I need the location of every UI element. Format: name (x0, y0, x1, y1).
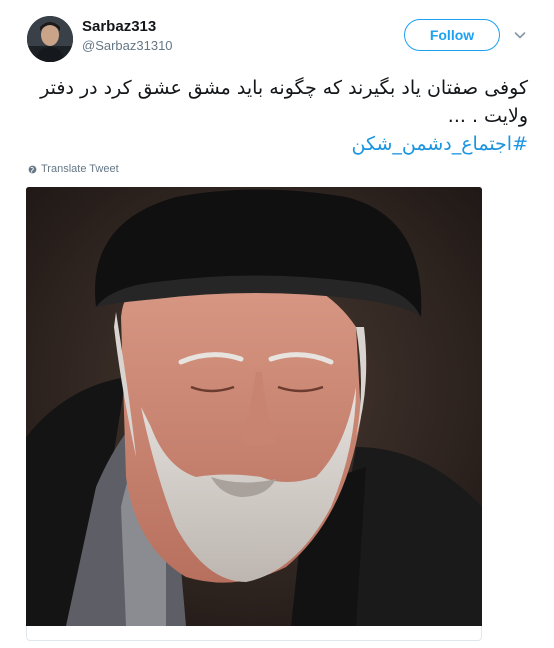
hashtag-link[interactable]: #اجتماع_دشمن_شکن (26, 130, 529, 158)
translate-tweet-link[interactable]: Translate Tweet (28, 163, 119, 175)
tweet-photo[interactable] (26, 187, 482, 626)
tweet-text: کوفی صفتان یاد بگیرند که چگونه باید مشق … (26, 74, 528, 158)
media-footer (26, 626, 482, 641)
tweet-card: Sarbaz313 @Sarbaz31310 Follow کوفی صفتان… (0, 0, 554, 648)
translate-label: Translate Tweet (41, 163, 119, 175)
portrait-image (26, 187, 482, 626)
chevron-down-icon[interactable] (513, 28, 527, 42)
user-info: Sarbaz313 @Sarbaz31310 (82, 17, 173, 55)
avatar-image (27, 16, 73, 62)
tweet-body: کوفی صفتان یاد بگیرند که چگونه باید مشق … (40, 77, 528, 127)
globe-icon (28, 165, 37, 173)
display-name[interactable]: Sarbaz313 (82, 17, 173, 37)
avatar[interactable] (27, 16, 73, 62)
follow-button[interactable]: Follow (404, 19, 500, 51)
user-handle[interactable]: @Sarbaz31310 (82, 37, 173, 55)
